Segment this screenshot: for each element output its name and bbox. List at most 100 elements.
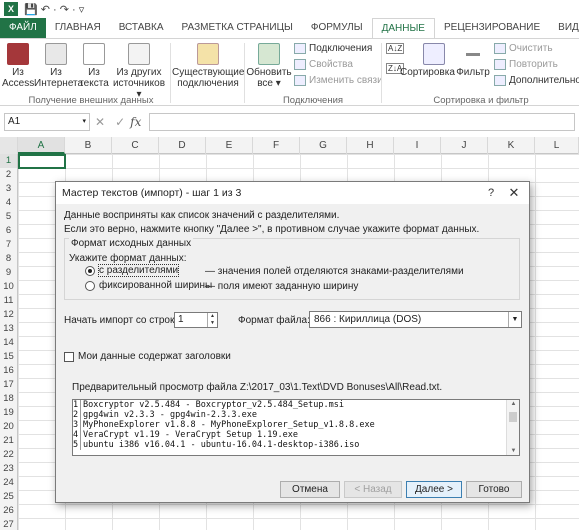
row-header[interactable]: 20 — [0, 420, 18, 434]
row-header[interactable]: 6 — [0, 224, 18, 238]
row-header[interactable]: 8 — [0, 252, 18, 266]
column-header[interactable]: L — [535, 137, 579, 154]
radio-unselected-icon[interactable] — [85, 280, 95, 291]
row-header[interactable]: 18 — [0, 392, 18, 406]
spin-arrows-icon[interactable]: ▲ ▼ — [207, 313, 217, 327]
radio-fixed-width-label[interactable]: фиксированной ширины — [99, 280, 212, 291]
clear-filter-button[interactable]: Очистить — [494, 43, 553, 54]
column-header[interactable]: H — [347, 137, 394, 154]
radio-selected-icon[interactable] — [85, 265, 95, 276]
file-format-select[interactable]: 866 : Кириллица (DOS) ▼ — [309, 311, 522, 328]
row-header[interactable]: 12 — [0, 308, 18, 322]
headers-checkbox-label[interactable]: Мои данные содержат заголовки — [78, 351, 231, 362]
row-header[interactable]: 19 — [0, 406, 18, 420]
filter-button[interactable]: Фильтр — [456, 41, 490, 78]
chevron-down-icon[interactable]: ▾ — [82, 114, 86, 130]
radio-fixed-width[interactable]: фиксированной ширины — [85, 280, 212, 291]
select-all-corner[interactable] — [0, 137, 18, 154]
row-header[interactable]: 26 — [0, 504, 18, 518]
next-button[interactable]: Далее > — [406, 481, 462, 498]
help-icon[interactable]: ? — [483, 185, 499, 201]
column-header[interactable]: F — [253, 137, 300, 154]
column-header[interactable]: A — [18, 137, 65, 154]
reapply-button[interactable]: Повторить — [494, 59, 558, 70]
preview-vertical-scrollbar[interactable]: ▲ ▼ — [506, 400, 519, 455]
advanced-filter-icon — [494, 75, 506, 86]
row-header[interactable]: 15 — [0, 350, 18, 364]
cancel-button[interactable]: Отмена — [280, 481, 340, 498]
properties-button[interactable]: Свойства — [294, 59, 353, 70]
cancel-formula-icon[interactable]: ✕ — [95, 115, 105, 129]
row-header[interactable]: 16 — [0, 364, 18, 378]
row-header[interactable]: 27 — [0, 518, 18, 530]
scroll-up-icon[interactable]: ▲ — [507, 401, 519, 407]
row-header[interactable]: 21 — [0, 434, 18, 448]
preview-line-text: Boxcryptor v2.5.484 - Boxcryptor_v2.5.48… — [83, 400, 344, 410]
row-header[interactable]: 24 — [0, 476, 18, 490]
tab-data[interactable]: ДАННЫЕ — [371, 18, 435, 38]
dialog-title-bar[interactable]: Мастер текстов (импорт) - шаг 1 из 3 ? ✕ — [56, 182, 529, 204]
row-header[interactable]: 23 — [0, 462, 18, 476]
tab-formulas[interactable]: ФОРМУЛЫ — [302, 18, 372, 38]
row-header[interactable]: 1 — [0, 154, 18, 168]
sort-button[interactable]: Сортировка — [400, 41, 455, 78]
column-header[interactable]: G — [300, 137, 347, 154]
connections-button[interactable]: Подключения — [294, 43, 372, 54]
close-icon[interactable]: ✕ — [503, 185, 525, 201]
from-web-button[interactable]: Из Интернета — [34, 41, 83, 89]
chevron-down-icon[interactable]: ▼ — [508, 312, 521, 327]
active-cell[interactable] — [18, 154, 66, 169]
from-text-button[interactable]: Из текста — [78, 41, 110, 89]
existing-connections-button[interactable]: Существующие подключения — [172, 41, 244, 89]
row-header[interactable]: 13 — [0, 322, 18, 336]
tab-page-layout[interactable]: РАЗМЕТКА СТРАНИЦЫ — [173, 18, 302, 38]
row-header[interactable]: 17 — [0, 378, 18, 392]
row-header[interactable]: 7 — [0, 238, 18, 252]
column-header[interactable]: C — [112, 137, 159, 154]
name-box[interactable]: A1 ▾ — [4, 113, 90, 131]
from-access-button[interactable]: Из Access — [2, 41, 34, 89]
from-other-sources-button[interactable]: Из других источников ▾ — [110, 41, 168, 100]
row-header[interactable]: 5 — [0, 210, 18, 224]
advanced-filter-button[interactable]: Дополнительно — [494, 75, 579, 86]
row-header[interactable]: 10 — [0, 280, 18, 294]
sort-az-button[interactable]: A↓Z — [386, 43, 405, 54]
radio-delimited-label[interactable]: с разделителями — [97, 264, 180, 277]
tab-home[interactable]: ГЛАВНАЯ — [46, 18, 110, 38]
row-header[interactable]: 11 — [0, 294, 18, 308]
column-header[interactable]: B — [65, 137, 112, 154]
tab-view[interactable]: ВИД — [549, 18, 579, 38]
file-preview-box[interactable]: 1 Boxcryptor v2.5.484 - Boxcryptor_v2.5.4… — [72, 399, 520, 456]
tab-review[interactable]: РЕЦЕНЗИРОВАНИЕ — [435, 18, 549, 38]
edit-links-button[interactable]: Изменить связи — [294, 75, 383, 86]
row-header[interactable]: 9 — [0, 266, 18, 280]
tab-insert[interactable]: ВСТАВКА — [110, 18, 173, 38]
column-header[interactable]: I — [394, 137, 441, 154]
enter-formula-icon[interactable]: ✓ — [115, 115, 125, 129]
existing-connections-icon — [197, 43, 219, 65]
row-header[interactable]: 25 — [0, 490, 18, 504]
specify-format-label: Укажите формат данных: — [69, 253, 187, 264]
column-header[interactable]: K — [488, 137, 535, 154]
column-header[interactable]: J — [441, 137, 488, 154]
tab-file[interactable]: ФАЙЛ — [0, 18, 46, 38]
formula-input[interactable] — [149, 113, 575, 131]
start-row-stepper[interactable]: 1 ▲ ▼ — [174, 312, 218, 328]
finish-button[interactable]: Готово — [466, 481, 522, 498]
column-header[interactable]: E — [206, 137, 253, 154]
row-header[interactable]: 4 — [0, 196, 18, 210]
scroll-down-icon[interactable]: ▼ — [507, 448, 519, 454]
scroll-thumb[interactable] — [509, 412, 517, 422]
headers-checkbox[interactable]: Мои данные содержат заголовки — [64, 351, 231, 362]
row-header[interactable]: 3 — [0, 182, 18, 196]
row-header[interactable]: 14 — [0, 336, 18, 350]
row-header[interactable]: 22 — [0, 448, 18, 462]
column-header[interactable]: D — [159, 137, 206, 154]
radio-delimited[interactable]: с разделителями — [85, 264, 180, 277]
row-header[interactable]: 2 — [0, 168, 18, 182]
checkbox-icon[interactable] — [64, 351, 74, 362]
back-button[interactable]: < Назад — [344, 481, 402, 498]
quick-access-toolbar[interactable]: 💾 ↶ · ↷ · ▿ — [24, 3, 84, 16]
refresh-all-button[interactable]: Обновить все ▾ — [246, 41, 292, 89]
insert-function-icon[interactable]: fx — [130, 115, 141, 129]
